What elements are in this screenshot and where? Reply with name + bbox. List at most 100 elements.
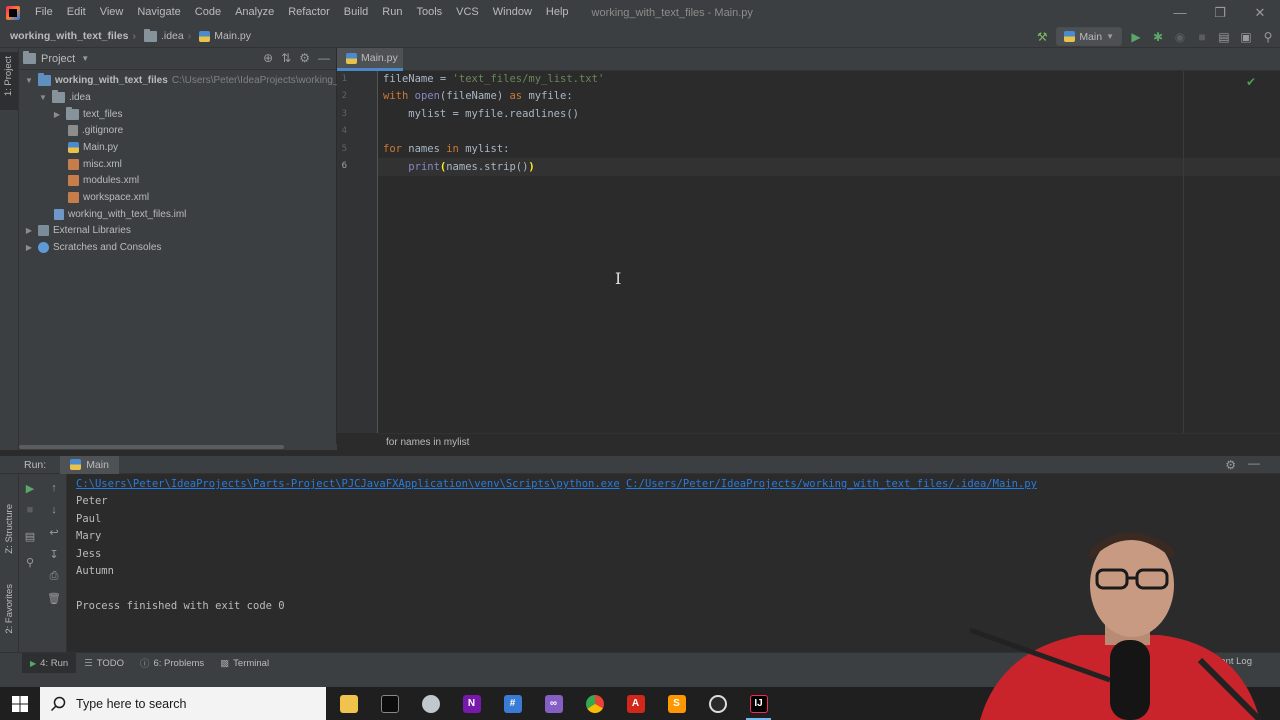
breadcrumb-idea[interactable]: .idea ›	[140, 28, 195, 42]
pin-icon[interactable]: ⚲	[22, 554, 38, 570]
project-panel-title[interactable]: Project	[41, 53, 75, 65]
project-tool-button[interactable]: 1: Project	[0, 52, 18, 110]
chevron-right-icon[interactable]: ▶	[23, 226, 35, 235]
run-panel-label: Run:	[24, 458, 47, 471]
python-exe-link[interactable]: C:\Users\Peter\IdeaProjects\Parts-Projec…	[76, 478, 620, 490]
stop-icon[interactable]: ■	[22, 502, 38, 518]
gear-icon[interactable]: ⚙	[299, 51, 310, 65]
menu-code[interactable]: Code	[188, 0, 228, 25]
tree-item-text-files[interactable]: ▶ text_files	[51, 106, 122, 123]
tree-item-misc-xml[interactable]: misc.xml	[65, 156, 122, 173]
hide-panel-icon[interactable]: —	[1248, 456, 1260, 470]
tree-item-gitignore[interactable]: .gitignore	[65, 122, 123, 139]
menu-tools[interactable]: Tools	[409, 0, 449, 25]
print-icon[interactable]: ⎙	[46, 568, 62, 584]
tree-item-idea[interactable]: ▼ .idea	[37, 89, 91, 106]
tab-run[interactable]: ▶ 4: Run	[22, 652, 77, 674]
taskbar-calculator[interactable]: #	[492, 687, 533, 720]
scroll-down-icon[interactable]: ↓	[46, 502, 62, 518]
build-hammer-icon[interactable]: ⚒	[1034, 29, 1050, 45]
project-structure-icon[interactable]: ▤	[1216, 29, 1232, 45]
locate-file-icon[interactable]: ⊕	[263, 51, 273, 65]
menu-refactor[interactable]: Refactor	[281, 0, 337, 25]
scratch-icon	[38, 242, 49, 253]
maximize-icon[interactable]: ❐	[1200, 0, 1240, 25]
folder-icon	[66, 107, 79, 120]
rerun-icon[interactable]: ▶	[22, 480, 38, 496]
code-editor[interactable]: fileName = 'text_files/my_list.txt' with…	[378, 71, 1280, 433]
editor-breadcrumb[interactable]: for names in mylist	[386, 437, 469, 448]
taskbar-command-prompt[interactable]	[369, 687, 410, 720]
project-horizontal-scrollbar[interactable]	[19, 444, 337, 450]
search-icon[interactable]: ⚲	[1260, 29, 1276, 45]
menu-vcs[interactable]: VCS	[449, 0, 486, 25]
scrollbar-thumb[interactable]	[19, 445, 284, 449]
terminal-icon: ▩	[220, 657, 230, 669]
layout-icon[interactable]: ▣	[1238, 29, 1254, 45]
tab-problems[interactable]: ⓘ 6: Problems	[132, 653, 212, 674]
run-panel-header: Run: Main ⚙ —	[0, 455, 1280, 474]
run-configuration-select[interactable]: Main ▼	[1056, 27, 1122, 46]
taskbar-onenote[interactable]: N	[451, 687, 492, 720]
scroll-up-icon[interactable]: ↑	[46, 480, 62, 496]
acrobat-icon: A	[626, 694, 645, 713]
collapse-all-icon[interactable]: ⇅	[281, 51, 291, 65]
folder-icon	[38, 73, 51, 86]
taskbar-visual-studio[interactable]: ∞	[533, 687, 574, 720]
taskbar-obs[interactable]	[697, 687, 738, 720]
tab-main-py[interactable]: Main.py	[337, 48, 403, 71]
chevron-down-icon[interactable]: ▼	[81, 54, 89, 63]
inspection-ok-icon[interactable]: ✔	[1246, 75, 1256, 89]
scroll-to-end-icon[interactable]: ↧	[46, 546, 62, 562]
run-icon[interactable]: ▶	[1128, 29, 1144, 45]
taskbar-intellij[interactable]: IJ	[738, 687, 779, 720]
windows-start-button[interactable]	[0, 687, 40, 720]
taskbar-app-cloud[interactable]	[410, 687, 451, 720]
taskbar-acrobat[interactable]: A	[615, 687, 656, 720]
breadcrumb-file[interactable]: Main.py	[195, 30, 255, 42]
coverage-icon[interactable]: ◉	[1172, 29, 1188, 45]
tree-item-modules-xml[interactable]: modules.xml	[65, 172, 139, 189]
minimize-icon[interactable]: —	[1160, 0, 1200, 25]
menu-view[interactable]: View	[93, 0, 131, 25]
menu-analyze[interactable]: Analyze	[228, 0, 281, 25]
taskbar-file-explorer[interactable]	[328, 687, 369, 720]
breadcrumb-project[interactable]: working_with_text_files ›	[0, 30, 140, 42]
chevron-down-icon[interactable]: ▼	[23, 76, 35, 85]
script-path-link[interactable]: C:/Users/Peter/IdeaProjects/working_with…	[626, 478, 1037, 490]
tree-item-iml[interactable]: working_with_text_files.iml	[51, 206, 186, 223]
menu-navigate[interactable]: Navigate	[130, 0, 187, 25]
soft-wrap-icon[interactable]: ↩	[46, 524, 62, 540]
tree-item-external-libraries[interactable]: ▶ External Libraries	[23, 222, 131, 239]
trash-icon[interactable]: 🗑	[46, 590, 62, 606]
gear-icon[interactable]: ⚙	[1225, 458, 1236, 472]
debug-icon[interactable]: ✱	[1150, 29, 1166, 45]
stop-icon[interactable]: ■	[1194, 29, 1210, 45]
tree-item-scratches[interactable]: ▶ Scratches and Consoles	[23, 239, 161, 256]
tab-terminal[interactable]: ▩ Terminal	[212, 653, 277, 674]
favorites-tool-label[interactable]: 2: Favorites	[4, 584, 15, 634]
hide-panel-icon[interactable]: —	[318, 51, 330, 65]
tree-item-main-py[interactable]: Main.py	[65, 139, 118, 156]
taskbar-sublime[interactable]: S	[656, 687, 697, 720]
menu-file[interactable]: File	[28, 0, 60, 25]
taskbar-search-box[interactable]: Type here to search	[40, 687, 326, 720]
line-number: 5	[341, 144, 347, 154]
run-tab-main[interactable]: Main	[60, 455, 119, 474]
layout-icon[interactable]: ▤	[22, 528, 38, 544]
tree-item-workspace-xml[interactable]: workspace.xml	[65, 189, 149, 206]
menu-run[interactable]: Run	[375, 0, 409, 25]
tree-item-project-root[interactable]: ▼ working_with_text_files C:\Users\Peter…	[23, 72, 339, 89]
tab-todo[interactable]: ☰ TODO	[76, 653, 132, 674]
chevron-right-icon[interactable]: ▶	[51, 110, 63, 119]
menu-edit[interactable]: Edit	[60, 0, 93, 25]
chevron-down-icon[interactable]: ▼	[37, 93, 49, 102]
close-icon[interactable]: ✕	[1240, 0, 1280, 25]
menu-window[interactable]: Window	[486, 0, 539, 25]
menu-build[interactable]: Build	[337, 0, 375, 25]
menu-help[interactable]: Help	[539, 0, 576, 25]
chevron-right-icon[interactable]: ▶	[23, 243, 35, 252]
taskbar-chrome[interactable]	[574, 687, 615, 720]
structure-tool-label[interactable]: Z: Structure	[4, 504, 15, 554]
tab-label: Terminal	[233, 657, 270, 669]
